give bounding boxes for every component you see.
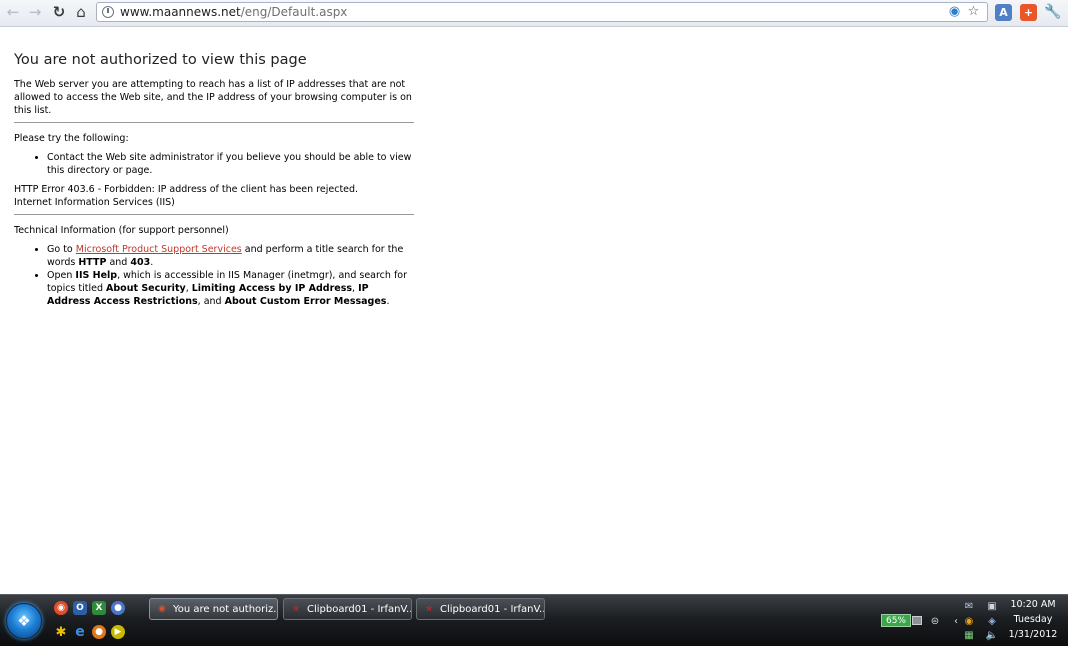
task-label: You are not authoriz... xyxy=(173,603,278,615)
bold-term: HTTP xyxy=(78,257,107,268)
volume-muted-icon[interactable]: 🔈 xyxy=(986,629,998,641)
text: . xyxy=(150,257,154,268)
tech-heading: Technical Information (for support perso… xyxy=(14,225,229,236)
text: and xyxy=(106,257,131,268)
page-info-icon[interactable] xyxy=(102,6,114,18)
list-item: Contact the Web site administrator if yo… xyxy=(47,151,414,177)
iis-line: Internet Information Services (IIS) xyxy=(14,197,175,208)
page-title: You are not authorized to view this page xyxy=(14,52,307,68)
task-button-chrome[interactable]: ◉ You are not authoriz... xyxy=(149,598,278,620)
wrench-icon[interactable]: 🔧 xyxy=(1044,3,1062,21)
task-button-irfanview-1[interactable]: ✯ Clipboard01 - IrfanV... xyxy=(283,598,412,620)
list-item: Open IIS Help, which is accessible in II… xyxy=(47,269,414,308)
intro-text: The Web server you are attempting to rea… xyxy=(14,79,412,116)
bold-term: About Custom Error Messages xyxy=(224,296,387,307)
media-player-icon[interactable]: ▶ xyxy=(111,625,125,639)
support-link[interactable]: Microsoft Product Support Services xyxy=(76,244,242,255)
extension-translate-icon[interactable]: A xyxy=(995,4,1012,21)
internet-explorer-icon[interactable]: e xyxy=(73,624,87,640)
system-clock[interactable]: 10:20 AM Tuesday 1/31/2012 xyxy=(1000,597,1066,642)
translate-icon[interactable]: ◉ xyxy=(947,4,962,19)
running-man-icon[interactable]: ✱ xyxy=(54,625,68,640)
tech-list: Go to Microsoft Product Support Services… xyxy=(14,243,414,308)
outlook-icon[interactable]: O xyxy=(73,601,87,615)
start-button[interactable]: ❖ xyxy=(6,603,42,639)
bold-term: About Security xyxy=(106,283,186,294)
network-status-icon[interactable]: ▦ xyxy=(963,629,975,641)
url-host: www.maannews.net xyxy=(120,5,241,19)
divider xyxy=(14,214,414,215)
clock-time: 10:20 AM xyxy=(1010,599,1056,610)
forward-arrow-icon[interactable]: → xyxy=(26,3,44,21)
mail-icon[interactable]: ✉ xyxy=(963,600,975,612)
bookmark-star-icon[interactable]: ☆ xyxy=(966,4,981,19)
home-icon[interactable]: ⌂ xyxy=(72,3,90,21)
address-url[interactable]: www.maannews.net/eng/Default.aspx xyxy=(120,5,347,19)
clock-date: 1/31/2012 xyxy=(1008,629,1058,640)
reload-icon[interactable]: ↻ xyxy=(50,3,68,21)
text: , and xyxy=(197,296,225,307)
battery-percent: 65% xyxy=(885,615,906,626)
bold-term: 403 xyxy=(130,257,151,268)
list-item: Go to Microsoft Product Support Services… xyxy=(47,243,414,269)
try-list: Contact the Web site administrator if yo… xyxy=(14,151,414,177)
clock-day: Tuesday xyxy=(1013,614,1053,625)
error-page: You are not authorized to view this page… xyxy=(14,52,414,314)
windows-logo-icon: ❖ xyxy=(17,612,31,630)
text: . xyxy=(386,296,390,307)
chrome-icon[interactable]: ◉ xyxy=(54,601,68,615)
task-button-irfanview-2[interactable]: ✯ Clipboard01 - IrfanV... xyxy=(416,598,545,620)
chrome-icon: ◉ xyxy=(158,604,166,614)
error-line: HTTP Error 403.6 - Forbidden: IP address… xyxy=(14,184,359,195)
network-icon[interactable]: ● xyxy=(111,601,125,615)
address-bar[interactable]: www.maannews.net/eng/Default.aspx ◉ ☆ xyxy=(96,2,988,22)
show-hidden-icons-chevron-icon[interactable]: ‹ xyxy=(950,615,962,627)
bold-term: IIS Help xyxy=(75,270,118,281)
irfanview-icon: ✯ xyxy=(292,604,300,614)
try-heading: Please try the following: xyxy=(14,133,129,144)
bold-term: Limiting Access by IP Address xyxy=(191,283,353,294)
extension-plus-icon[interactable]: + xyxy=(1020,4,1037,21)
url-path: /eng/Default.aspx xyxy=(240,5,348,19)
device-icon[interactable]: ▣ xyxy=(986,600,998,612)
back-arrow-icon[interactable]: ← xyxy=(4,3,22,21)
bluetooth-icon[interactable]: ◈ xyxy=(986,615,998,627)
browser-toolbar: ← → ↻ ⌂ www.maannews.net/eng/Default.asp… xyxy=(0,0,1068,27)
power-plug-icon[interactable]: ⊜ xyxy=(929,615,941,627)
battery-indicator[interactable]: 65% xyxy=(881,614,922,627)
taskbar: ❖ ◉ O X ● ✱ e ● ▶ ◉ You are not authoriz… xyxy=(0,594,1068,646)
text: Go to xyxy=(47,244,76,255)
task-label: Clipboard01 - IrfanV... xyxy=(307,603,412,615)
text: Open xyxy=(47,270,76,281)
update-icon[interactable]: ◉ xyxy=(963,615,975,627)
excel-icon[interactable]: X xyxy=(92,601,106,615)
firefox-icon[interactable]: ● xyxy=(92,625,106,639)
divider xyxy=(14,122,414,123)
irfanview-icon: ✯ xyxy=(425,604,433,614)
task-label: Clipboard01 - IrfanV... xyxy=(440,603,545,615)
